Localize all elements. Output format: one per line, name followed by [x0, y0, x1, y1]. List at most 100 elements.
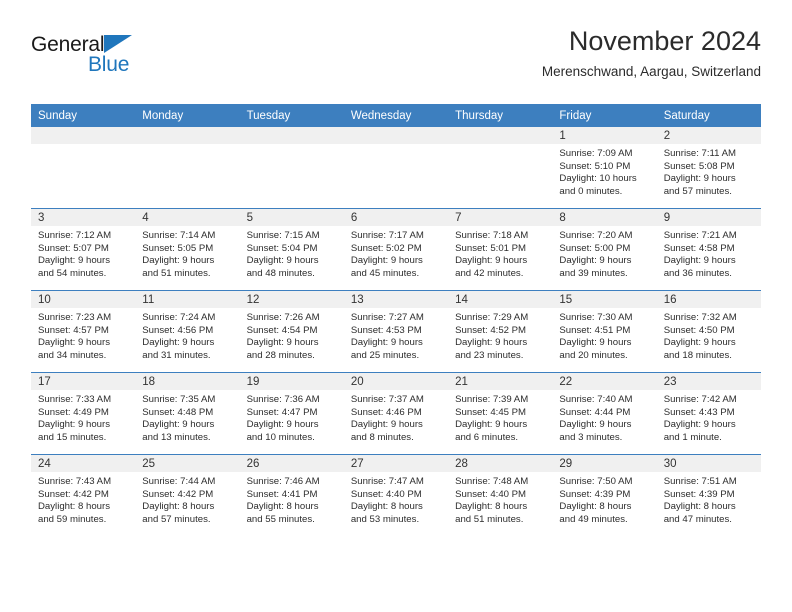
- calendar-day-cell[interactable]: 1 Sunrise: 7:09 AM Sunset: 5:10 PM Daylight…: [552, 127, 657, 209]
- day-details: Sunrise: 7:20 AM Sunset: 5:00 PM Daylight:…: [552, 226, 656, 280]
- sunrise-time: Sunrise: 7:15 AM: [246, 230, 320, 241]
- general-blue-logo: General Blue: [31, 34, 211, 90]
- day-number: 15: [552, 291, 657, 308]
- day-number: 13: [343, 291, 449, 308]
- calendar-day-cell[interactable]: 2 Sunrise: 7:11 AM Sunset: 5:08 PM Daylight…: [656, 127, 761, 209]
- weekday-header-tuesday: Tuesday: [239, 104, 344, 127]
- day-details: Sunrise: 7:24 AM Sunset: 4:56 PM Daylight:…: [135, 308, 239, 362]
- daylight-duration-line2: and 6 minutes.: [455, 431, 519, 443]
- calendar-day-cell[interactable]: 20 Sunrise: 7:37 AM Sunset: 4:46 PM Dayligh…: [343, 372, 449, 455]
- calendar-day-cell[interactable]: 28 Sunrise: 7:48 AM Sunset: 4:40 PM Dayligh…: [448, 454, 553, 536]
- daylight-duration-line1: Daylight: 9 hours: [663, 255, 736, 267]
- day-details: Sunrise: 7:44 AM Sunset: 4:42 PM Daylight:…: [135, 472, 239, 526]
- calendar-day-cell[interactable]: 27 Sunrise: 7:47 AM Sunset: 4:40 PM Dayligh…: [343, 454, 449, 536]
- sunset-time: Sunset: 4:54 PM: [246, 324, 318, 336]
- daylight-duration-line2: and 59 minutes.: [38, 513, 107, 525]
- daylight-duration-line2: and 57 minutes.: [663, 185, 732, 197]
- calendar-day-cell[interactable]: 29 Sunrise: 7:50 AM Sunset: 4:39 PM Dayligh…: [552, 454, 657, 536]
- calendar-day-cell[interactable]: 9 Sunrise: 7:21 AM Sunset: 4:58 PM Daylight…: [656, 208, 761, 291]
- sunset-time: Sunset: 4:39 PM: [559, 488, 631, 500]
- sunset-time: Sunset: 4:49 PM: [38, 406, 109, 418]
- triangle-icon: [104, 35, 132, 53]
- calendar-day-cell[interactable]: 13 Sunrise: 7:27 AM Sunset: 4:53 PM Dayligh…: [343, 290, 449, 373]
- calendar-day-cell-empty: [239, 127, 344, 209]
- sunset-time: Sunset: 4:45 PM: [455, 406, 527, 418]
- day-details: Sunrise: 7:21 AM Sunset: 4:58 PM Daylight:…: [657, 226, 761, 280]
- sunrise-time: Sunrise: 7:39 AM: [455, 394, 529, 405]
- sunrise-time: Sunrise: 7:33 AM: [38, 394, 112, 405]
- day-details: Sunrise: 7:36 AM Sunset: 4:47 PM Daylight:…: [240, 390, 344, 444]
- calendar-day-cell[interactable]: 8 Sunrise: 7:20 AM Sunset: 5:00 PM Daylight…: [552, 208, 657, 291]
- calendar-day-cell[interactable]: 25 Sunrise: 7:44 AM Sunset: 4:42 PM Dayligh…: [135, 454, 240, 536]
- day-number: 3: [31, 209, 136, 226]
- calendar-week-row: 24 Sunrise: 7:43 AM Sunset: 4:42 PM Dayligh…: [31, 454, 761, 536]
- calendar-day-cell[interactable]: 3 Sunrise: 7:12 AM Sunset: 5:07 PM Daylight…: [31, 208, 136, 291]
- daylight-duration-line1: Daylight: 9 hours: [350, 337, 423, 349]
- daylight-duration-line1: Daylight: 9 hours: [350, 255, 423, 267]
- calendar-day-cell[interactable]: 21 Sunrise: 7:39 AM Sunset: 4:45 PM Dayligh…: [448, 372, 553, 455]
- calendar-day-cell[interactable]: 12 Sunrise: 7:26 AM Sunset: 4:54 PM Dayligh…: [239, 290, 344, 373]
- calendar-day-cell[interactable]: 5 Sunrise: 7:15 AM Sunset: 5:04 PM Daylight…: [239, 208, 344, 291]
- daylight-duration-line1: Daylight: 9 hours: [38, 337, 110, 349]
- daylight-duration-line1: Daylight: 9 hours: [559, 255, 632, 267]
- calendar-day-cell[interactable]: 11 Sunrise: 7:24 AM Sunset: 4:56 PM Dayligh…: [135, 290, 240, 373]
- day-number: 21: [448, 373, 553, 390]
- calendar-day-cell[interactable]: 7 Sunrise: 7:18 AM Sunset: 5:01 PM Daylight…: [448, 208, 553, 291]
- daylight-duration-line2: and 34 minutes.: [38, 349, 107, 361]
- sunrise-sunset-calendar: Sunday Monday Tuesday Wednesday Thursday…: [31, 104, 761, 536]
- logo-text-blue: Blue: [88, 53, 130, 76]
- sunset-time: Sunset: 4:56 PM: [142, 324, 214, 336]
- daylight-duration-line1: Daylight: 9 hours: [663, 337, 736, 349]
- daylight-duration-line1: Daylight: 9 hours: [455, 419, 528, 431]
- day-number: 29: [552, 455, 657, 472]
- sunset-time: Sunset: 4:46 PM: [350, 406, 422, 418]
- calendar-day-cell[interactable]: 23 Sunrise: 7:42 AM Sunset: 4:43 PM Dayligh…: [656, 372, 761, 455]
- sunset-time: Sunset: 4:57 PM: [38, 324, 109, 336]
- calendar-day-cell[interactable]: 16 Sunrise: 7:32 AM Sunset: 4:50 PM Dayligh…: [656, 290, 761, 373]
- day-number: 23: [656, 373, 761, 390]
- sunrise-time: Sunrise: 7:23 AM: [38, 312, 112, 323]
- calendar-day-cell[interactable]: 6 Sunrise: 7:17 AM Sunset: 5:02 PM Daylight…: [343, 208, 449, 291]
- calendar-day-cell[interactable]: 14 Sunrise: 7:29 AM Sunset: 4:52 PM Dayligh…: [448, 290, 553, 373]
- sunset-time: Sunset: 5:02 PM: [350, 242, 422, 254]
- day-number-band-empty: [31, 127, 136, 144]
- daylight-duration-line2: and 55 minutes.: [246, 513, 315, 525]
- page-header: General Blue November 2024 Merenschwand,…: [31, 26, 761, 98]
- sunset-time: Sunset: 4:52 PM: [455, 324, 527, 336]
- calendar-day-cell[interactable]: 4 Sunrise: 7:14 AM Sunset: 5:05 PM Daylight…: [135, 208, 240, 291]
- calendar-day-cell[interactable]: 18 Sunrise: 7:35 AM Sunset: 4:48 PM Dayligh…: [135, 372, 240, 455]
- day-details: Sunrise: 7:23 AM Sunset: 4:57 PM Daylight:…: [31, 308, 135, 362]
- sunset-time: Sunset: 4:53 PM: [350, 324, 422, 336]
- calendar-day-cell[interactable]: 15 Sunrise: 7:30 AM Sunset: 4:51 PM Dayligh…: [552, 290, 657, 373]
- sunset-time: Sunset: 5:01 PM: [455, 242, 527, 254]
- weekday-header-wednesday: Wednesday: [343, 104, 449, 127]
- daylight-duration-line1: Daylight: 8 hours: [246, 501, 319, 513]
- calendar-day-cell[interactable]: 24 Sunrise: 7:43 AM Sunset: 4:42 PM Dayligh…: [31, 454, 136, 536]
- day-details: Sunrise: 7:18 AM Sunset: 5:01 PM Daylight:…: [448, 226, 552, 280]
- calendar-day-cell[interactable]: 30 Sunrise: 7:51 AM Sunset: 4:39 PM Dayligh…: [656, 454, 761, 536]
- day-details: Sunrise: 7:29 AM Sunset: 4:52 PM Daylight:…: [448, 308, 552, 362]
- daylight-duration-line1: Daylight: 9 hours: [455, 337, 528, 349]
- sunrise-time: Sunrise: 7:42 AM: [663, 394, 737, 405]
- sunrise-time: Sunrise: 7:43 AM: [38, 476, 112, 487]
- calendar-day-cell[interactable]: 10 Sunrise: 7:23 AM Sunset: 4:57 PM Dayligh…: [31, 290, 136, 373]
- calendar-day-cell[interactable]: 26 Sunrise: 7:46 AM Sunset: 4:41 PM Dayligh…: [239, 454, 344, 536]
- calendar-week-row: 1 Sunrise: 7:09 AM Sunset: 5:10 PM Daylight…: [31, 127, 761, 209]
- weekday-header-thursday: Thursday: [448, 104, 553, 127]
- day-details: Sunrise: 7:40 AM Sunset: 4:44 PM Daylight:…: [552, 390, 656, 444]
- page-subtitle: Merenschwand, Aargau, Switzerland: [541, 64, 761, 80]
- daylight-duration-line1: Daylight: 9 hours: [663, 419, 736, 431]
- sunrise-time: Sunrise: 7:18 AM: [455, 230, 529, 241]
- daylight-duration-line2: and 51 minutes.: [455, 513, 524, 525]
- calendar-day-cell[interactable]: 17 Sunrise: 7:33 AM Sunset: 4:49 PM Dayligh…: [31, 372, 136, 455]
- daylight-duration-line1: Daylight: 8 hours: [559, 501, 632, 513]
- daylight-duration-line2: and 3 minutes.: [559, 431, 623, 443]
- day-details: Sunrise: 7:51 AM Sunset: 4:39 PM Daylight:…: [657, 472, 761, 526]
- calendar-day-cell[interactable]: 19 Sunrise: 7:36 AM Sunset: 4:47 PM Dayligh…: [239, 372, 344, 455]
- daylight-duration-line2: and 15 minutes.: [38, 431, 107, 443]
- calendar-day-cell[interactable]: 22 Sunrise: 7:40 AM Sunset: 4:44 PM Dayligh…: [552, 372, 657, 455]
- sunset-time: Sunset: 4:41 PM: [246, 488, 318, 500]
- sunset-time: Sunset: 4:58 PM: [663, 242, 735, 254]
- sunset-time: Sunset: 5:07 PM: [38, 242, 109, 254]
- sunset-time: Sunset: 4:40 PM: [350, 488, 422, 500]
